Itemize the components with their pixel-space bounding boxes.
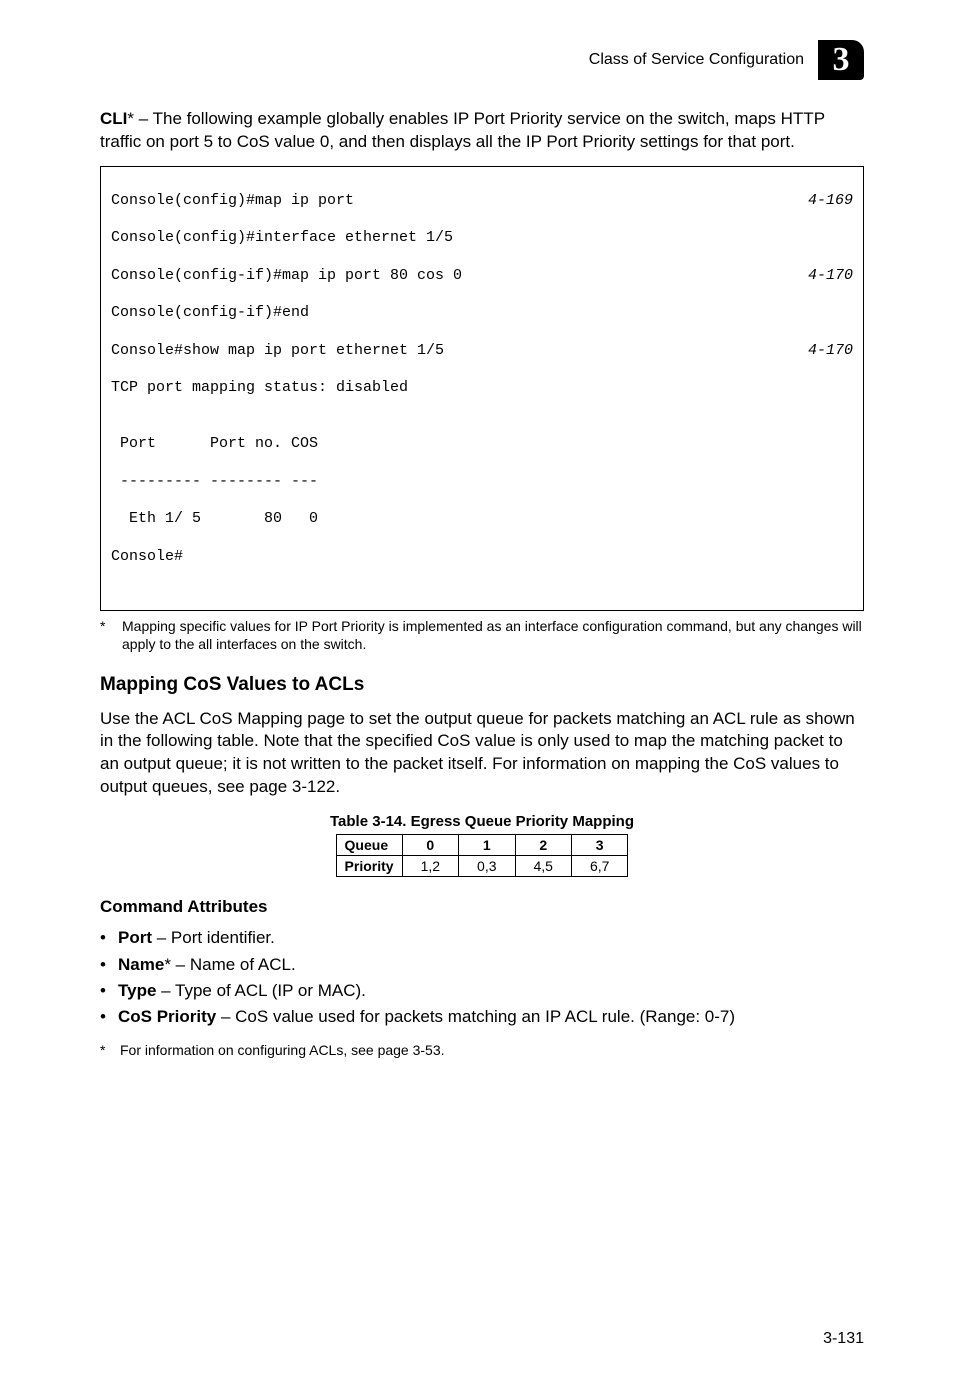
code-ref: 4-170 <box>788 342 853 361</box>
cell: 1,2 <box>402 856 458 877</box>
code-line: TCP port mapping status: disabled <box>111 379 408 398</box>
row-label: Priority <box>336 856 402 877</box>
code-line: Eth 1/ 5 80 0 <box>111 510 318 529</box>
code-line: Console#show map ip port ethernet 1/5 <box>111 342 444 361</box>
code-ref: 4-170 <box>788 267 853 286</box>
chapter-badge-icon: 3 <box>818 40 864 80</box>
code-line: Console(config-if)#end <box>111 304 309 323</box>
code-line: --------- -------- --- <box>111 473 318 492</box>
code-line: Console(config)#interface ethernet 1/5 <box>111 229 453 248</box>
table-row: Priority 1,2 0,3 4,5 6,7 <box>336 856 628 877</box>
col-header: 2 <box>515 835 571 856</box>
code-line: Console# <box>111 548 183 567</box>
table-title: Egress Queue Priority Mapping <box>411 813 634 830</box>
attr-label: Port <box>118 928 152 947</box>
col-header: Queue <box>336 835 402 856</box>
attr-text: – Name of ACL. <box>171 955 296 974</box>
list-item: Type – Type of ACL (IP or MAC). <box>100 978 864 1004</box>
command-attributes-heading: Command Attributes <box>100 897 864 917</box>
egress-queue-table: Queue 0 1 2 3 Priority 1,2 0,3 4,5 6,7 <box>336 834 629 877</box>
list-item: CoS Priority – CoS value used for packet… <box>100 1004 864 1030</box>
footnote-star: * <box>100 1041 120 1059</box>
attr-text: – Type of ACL (IP or MAC). <box>156 981 365 1000</box>
list-item: Port – Port identifier. <box>100 925 864 951</box>
code-line: Console(config)#map ip port <box>111 192 354 211</box>
page: Class of Service Configuration 3 CLI* – … <box>0 0 954 1388</box>
attr-label: CoS Priority <box>118 1007 216 1026</box>
section-heading: Mapping CoS Values to ACLs <box>100 674 864 696</box>
attr-label: Type <box>118 981 156 1000</box>
col-header: 3 <box>571 835 627 856</box>
running-header: Class of Service Configuration 3 <box>100 40 864 80</box>
attr-text: – Port identifier. <box>152 928 275 947</box>
cell: 4,5 <box>515 856 571 877</box>
cell: 0,3 <box>459 856 515 877</box>
section-paragraph: Use the ACL CoS Mapping page to set the … <box>100 708 864 800</box>
attr-star: * <box>164 955 171 974</box>
attr-text: – CoS value used for packets matching an… <box>216 1007 735 1026</box>
command-attributes-list: Port – Port identifier. Name* – Name of … <box>100 925 864 1030</box>
list-item: Name* – Name of ACL. <box>100 952 864 978</box>
code-line: Console(config-if)#map ip port 80 cos 0 <box>111 267 462 286</box>
code-ref: 4-169 <box>788 192 853 211</box>
cli-output-block: Console(config)#map ip port 4-169 Console… <box>100 166 864 611</box>
page-number: 3-131 <box>823 1330 864 1348</box>
code-footnote: * Mapping specific values for IP Port Pr… <box>100 617 864 653</box>
col-header: 0 <box>402 835 458 856</box>
footnote-star: * <box>100 617 122 653</box>
code-line: Port Port no. COS <box>111 435 318 454</box>
table-header-row: Queue 0 1 2 3 <box>336 835 628 856</box>
table-label: Table 3-14. <box>330 813 406 830</box>
running-title: Class of Service Configuration <box>589 51 804 69</box>
footnote-text: Mapping specific values for IP Port Prio… <box>122 617 864 653</box>
table-caption: Table 3-14. Egress Queue Priority Mappin… <box>100 813 864 830</box>
cell: 6,7 <box>571 856 627 877</box>
col-header: 1 <box>459 835 515 856</box>
acl-footnote: * For information on configuring ACLs, s… <box>100 1041 864 1059</box>
intro-paragraph: CLI* – The following example globally en… <box>100 108 864 154</box>
intro-text: – The following example globally enables… <box>100 109 825 151</box>
attr-label: Name <box>118 955 164 974</box>
cli-label: CLI <box>100 109 127 128</box>
footnote-text: For information on configuring ACLs, see… <box>120 1041 445 1059</box>
